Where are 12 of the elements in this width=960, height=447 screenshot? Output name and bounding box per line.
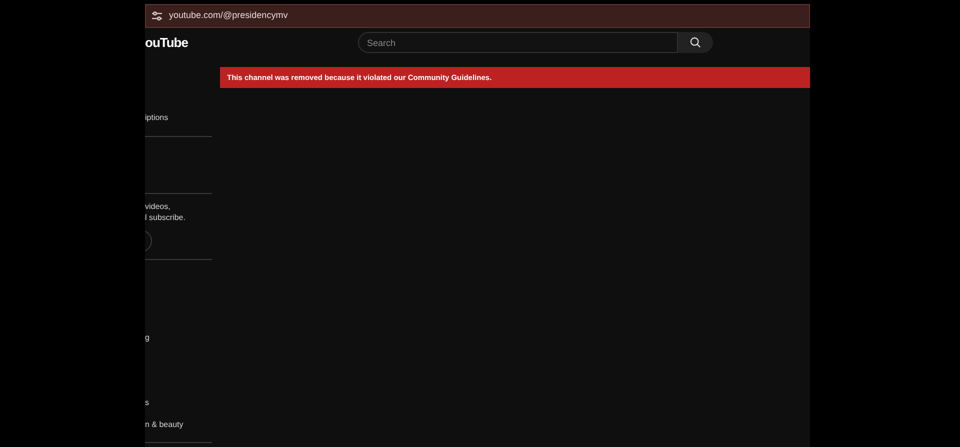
- logo-text[interactable]: ouTube: [145, 36, 358, 50]
- sidebar-item[interactable]: n & beauty: [145, 419, 184, 431]
- sidebar-item[interactable]: s: [145, 397, 149, 409]
- search-button[interactable]: [678, 32, 713, 53]
- search-icon: [690, 37, 701, 48]
- sidebar-item[interactable]: iptions: [145, 112, 168, 124]
- site-settings-icon[interactable]: [151, 10, 163, 22]
- sign-in-prompt: videos, l subscribe.: [145, 201, 186, 223]
- search-field[interactable]: Search: [358, 32, 678, 53]
- sidebar-item[interactable]: g: [145, 332, 150, 344]
- url-text: youtube.com/@presidencymv: [169, 9, 288, 22]
- address-bar[interactable]: youtube.com/@presidencymv: [145, 4, 810, 28]
